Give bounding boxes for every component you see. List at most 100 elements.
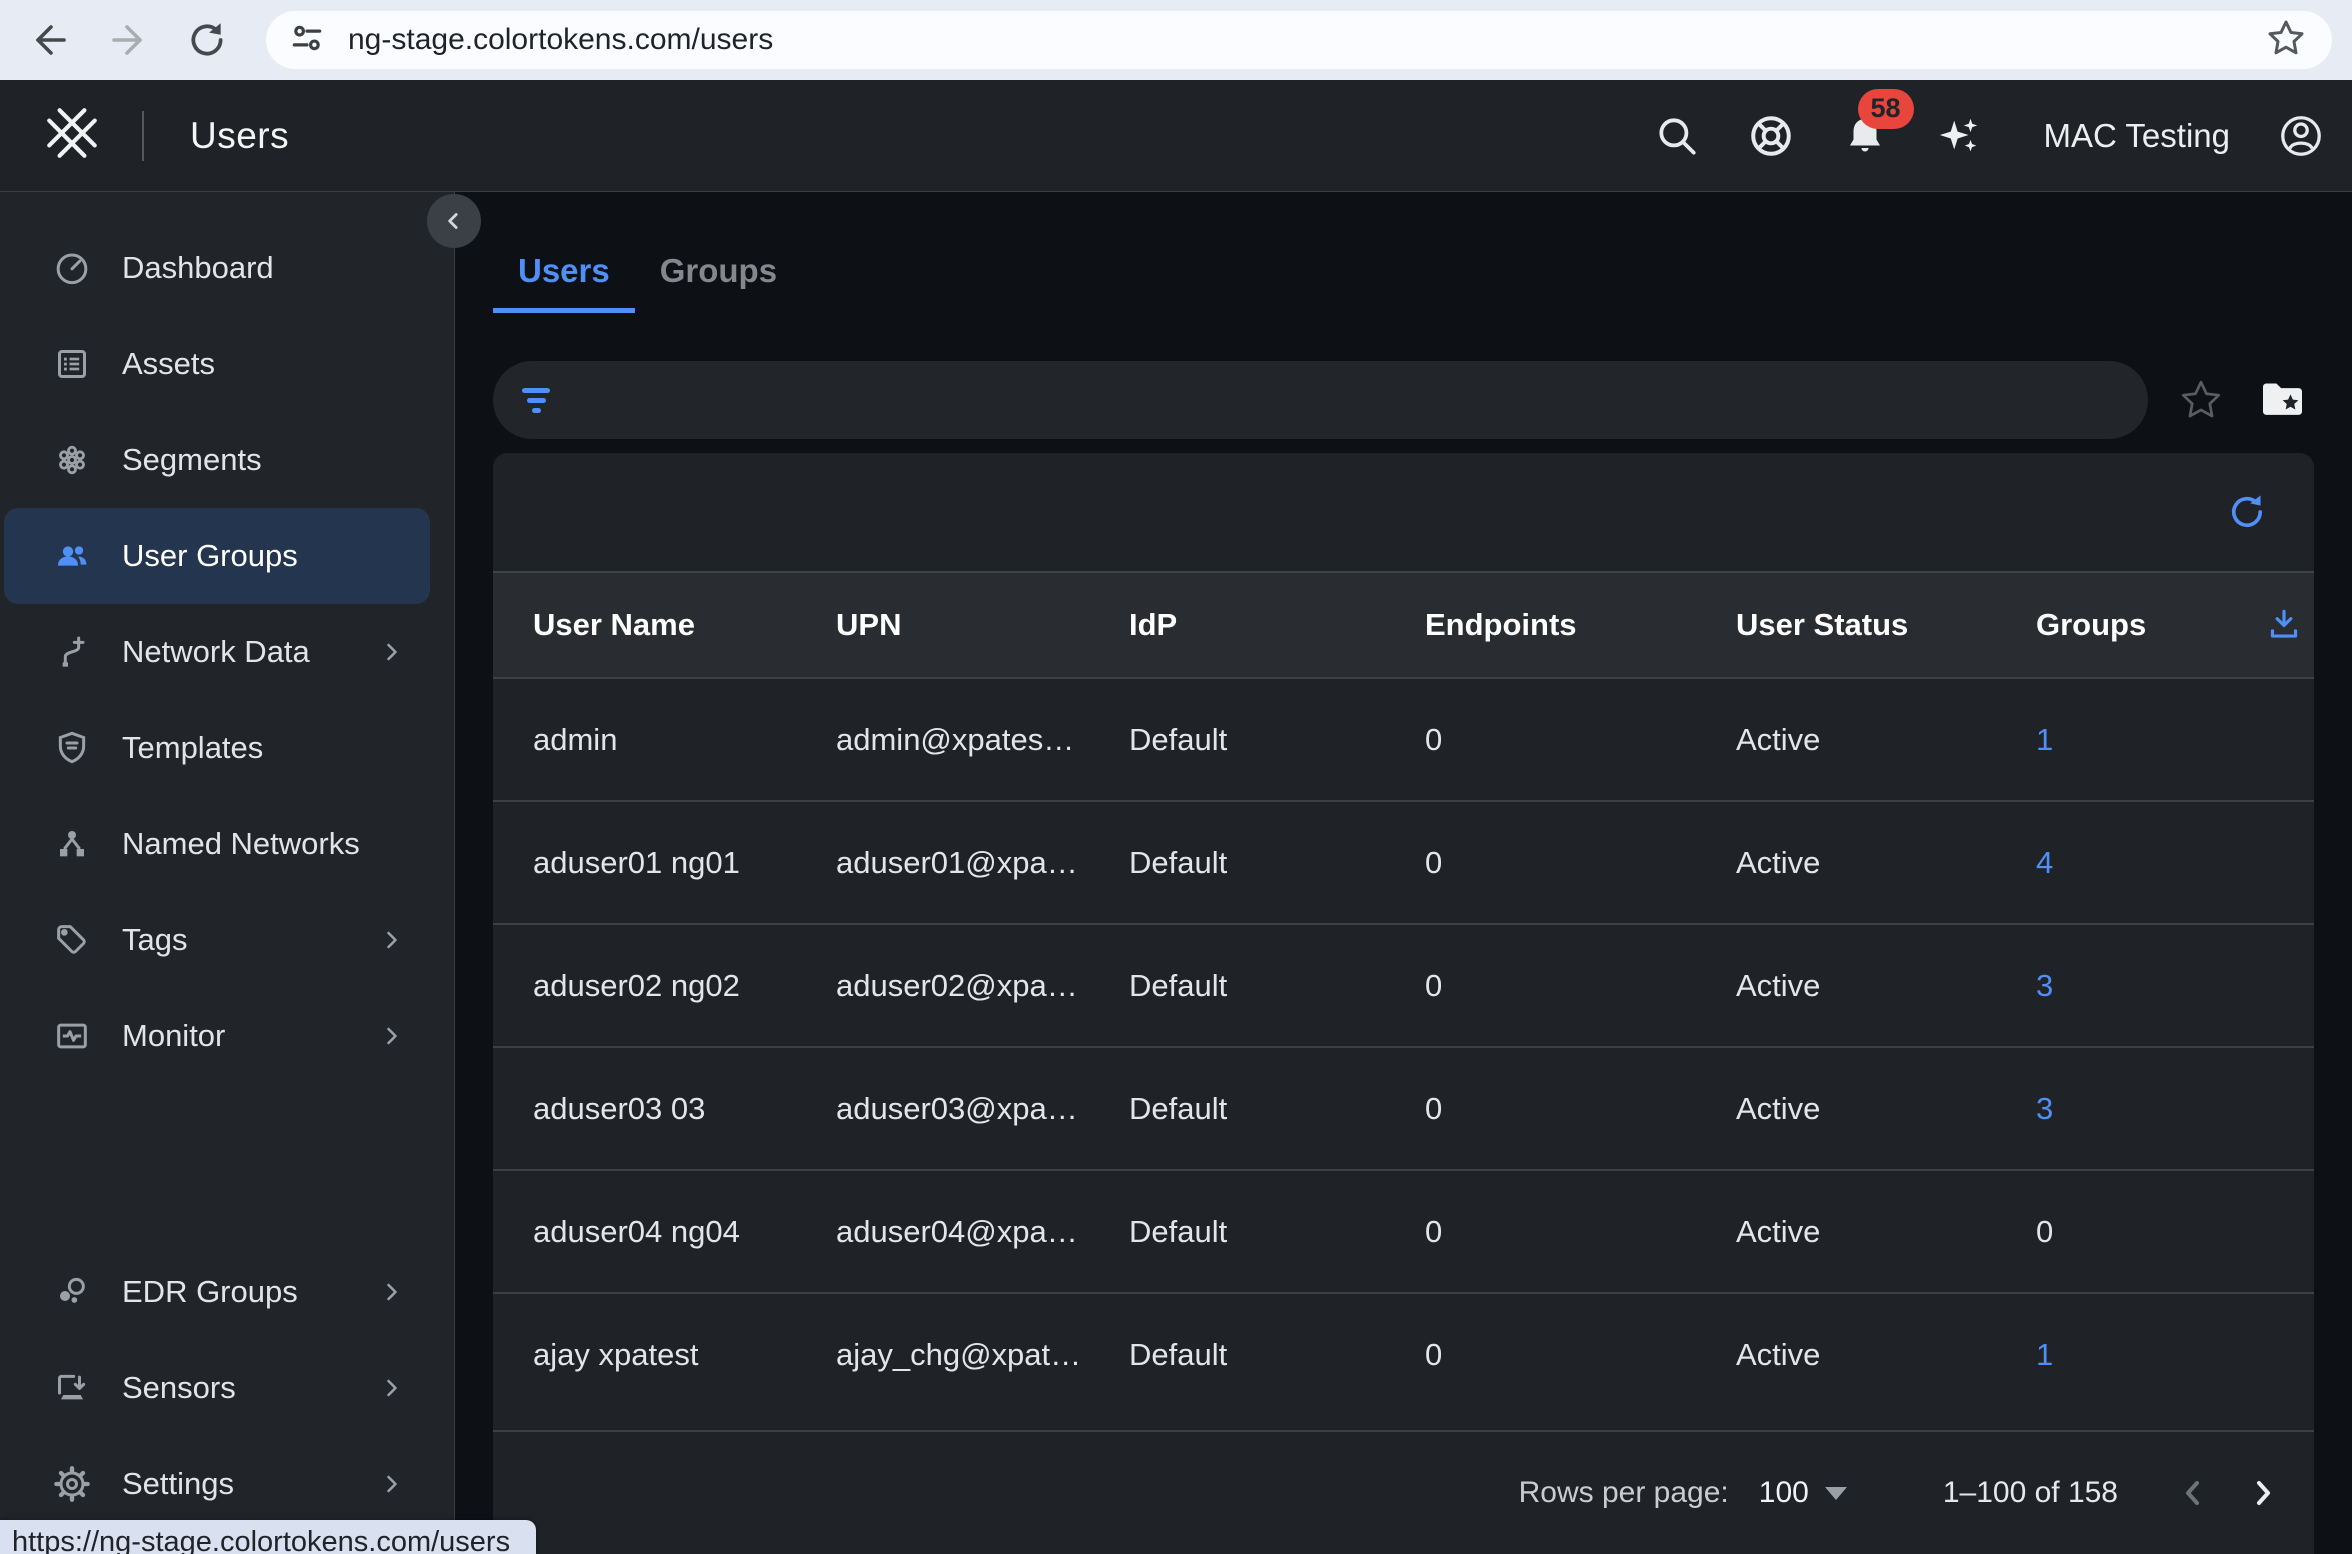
chevron-right-icon xyxy=(378,926,406,954)
sidebar-item-templates[interactable]: Templates xyxy=(4,700,430,796)
tab-groups[interactable]: Groups xyxy=(635,252,802,313)
sidebar-item-settings[interactable]: Settings xyxy=(4,1436,430,1532)
page-title: Users xyxy=(190,115,289,157)
sidebar-item-monitor[interactable]: Monitor xyxy=(4,988,430,1084)
browser-back-icon[interactable] xyxy=(30,20,70,60)
table-row[interactable]: ajay xpatest ajay_chg@xpat… Default 0 Ac… xyxy=(493,1292,2314,1415)
sidebar-item-segments[interactable]: Segments xyxy=(4,412,430,508)
table-row[interactable]: aduser04 ng04 aduser04@xpa… Default 0 Ac… xyxy=(493,1169,2314,1292)
sidebar-item-sensors[interactable]: Sensors xyxy=(4,1340,430,1436)
url-text: ng-stage.colortokens.com/users xyxy=(348,23,2242,57)
colortokens-logo-icon[interactable] xyxy=(42,103,102,168)
app-body: Dashboard Assets Segments User Groups xyxy=(0,192,2352,1554)
sidebar-collapse-button[interactable] xyxy=(427,194,481,248)
col-upn[interactable]: UPN xyxy=(836,607,1129,643)
sidebar-spacer xyxy=(0,1084,454,1244)
ai-sparkles-icon[interactable] xyxy=(1936,113,1982,159)
cell-upn: aduser02@xpa… xyxy=(836,968,1129,1004)
table-row[interactable]: aduser03 03 aduser03@xpa… Default 0 Acti… xyxy=(493,1046,2314,1169)
help-lifebuoy-icon[interactable] xyxy=(1748,113,1794,159)
templates-icon xyxy=(52,728,92,768)
cell-groups-link[interactable]: 3 xyxy=(2036,1091,2263,1127)
cell-user-name: aduser03 03 xyxy=(533,1091,836,1127)
cell-user-name: aduser01 ng01 xyxy=(533,845,836,881)
filter-row xyxy=(493,361,2314,439)
sidebar-item-named-networks[interactable]: Named Networks xyxy=(4,796,430,892)
cell-user-name: ajay xpatest xyxy=(533,1337,836,1373)
main-content: Users Groups xyxy=(455,192,2352,1554)
cell-user-status: Active xyxy=(1736,1091,2036,1127)
url-bar[interactable]: ng-stage.colortokens.com/users xyxy=(266,11,2332,69)
cell-endpoints: 0 xyxy=(1425,845,1736,881)
download-icon[interactable] xyxy=(2263,604,2305,646)
table-toolbar xyxy=(493,453,2314,571)
cell-groups: 0 xyxy=(2036,1214,2263,1250)
saved-filters-folder-icon[interactable] xyxy=(2258,375,2308,425)
cell-user-status: Active xyxy=(1736,968,2036,1004)
sidebar-item-dashboard[interactable]: Dashboard xyxy=(4,220,430,316)
sidebar-item-network-data[interactable]: Network Data xyxy=(4,604,430,700)
cell-idp: Default xyxy=(1129,968,1425,1004)
pagination-range: 1–100 of 158 xyxy=(1943,1476,2118,1510)
notification-badge: 58 xyxy=(1858,89,1914,129)
cell-user-status: Active xyxy=(1736,1337,2036,1373)
cell-groups-link[interactable]: 1 xyxy=(2036,1337,2263,1373)
sidebar-item-user-groups[interactable]: User Groups xyxy=(4,508,430,604)
bookmark-star-icon[interactable] xyxy=(2264,16,2308,65)
cell-user-status: Active xyxy=(1736,722,2036,758)
network-data-icon xyxy=(52,632,92,672)
rows-per-page-dropdown-icon[interactable] xyxy=(1825,1487,1847,1500)
cell-endpoints: 0 xyxy=(1425,1214,1736,1250)
rows-per-page-label: Rows per page: xyxy=(1519,1476,1729,1510)
table-row[interactable]: aduser01 ng01 aduser01@xpa… Default 0 Ac… xyxy=(493,800,2314,923)
cell-groups-link[interactable]: 3 xyxy=(2036,968,2263,1004)
site-settings-icon[interactable] xyxy=(288,19,326,62)
edr-groups-icon xyxy=(52,1272,92,1312)
cell-user-status: Active xyxy=(1736,1214,2036,1250)
cell-upn: admin@xpates… xyxy=(836,722,1129,758)
cell-groups-link[interactable]: 1 xyxy=(2036,722,2263,758)
col-endpoints[interactable]: Endpoints xyxy=(1425,607,1736,643)
cell-user-name: aduser04 ng04 xyxy=(533,1214,836,1250)
notifications-bell-icon[interactable]: 58 xyxy=(1842,113,1888,159)
table-row[interactable]: aduser02 ng02 aduser02@xpa… Default 0 Ac… xyxy=(493,923,2314,1046)
app-navbar: Users 58 MAC Testing xyxy=(0,80,2352,192)
browser-forward-icon[interactable] xyxy=(108,20,148,60)
cell-groups-link[interactable]: 4 xyxy=(2036,845,2263,881)
screen: ng-stage.colortokens.com/users Users 58 xyxy=(0,0,2352,1554)
next-page-icon[interactable] xyxy=(2240,1470,2286,1516)
table-row[interactable]: admin admin@xpates… Default 0 Active 1 xyxy=(493,677,2314,800)
col-groups[interactable]: Groups xyxy=(2036,607,2263,643)
col-idp[interactable]: IdP xyxy=(1129,607,1425,643)
sidebar-item-tags[interactable]: Tags xyxy=(4,892,430,988)
status-url-tooltip: https://ng-stage.colortokens.com/users xyxy=(0,1520,536,1554)
browser-reload-icon[interactable] xyxy=(186,19,228,61)
filter-input[interactable] xyxy=(493,361,2148,439)
col-user-status[interactable]: User Status xyxy=(1736,607,2036,643)
account-name[interactable]: MAC Testing xyxy=(2044,117,2230,155)
search-icon[interactable] xyxy=(1654,113,1700,159)
dashboard-icon xyxy=(52,248,92,288)
sidebar-item-edr-groups[interactable]: EDR Groups xyxy=(4,1244,430,1340)
cell-upn: aduser04@xpa… xyxy=(836,1214,1129,1250)
cell-endpoints: 0 xyxy=(1425,1091,1736,1127)
cell-endpoints: 0 xyxy=(1425,1337,1736,1373)
tab-users[interactable]: Users xyxy=(493,252,635,313)
browser-toolbar: ng-stage.colortokens.com/users xyxy=(0,0,2352,80)
cell-endpoints: 0 xyxy=(1425,722,1736,758)
sidebar-item-assets[interactable]: Assets xyxy=(4,316,430,412)
account-avatar-icon[interactable] xyxy=(2278,113,2324,159)
cell-idp: Default xyxy=(1129,1214,1425,1250)
col-user-name[interactable]: User Name xyxy=(533,607,836,643)
cell-endpoints: 0 xyxy=(1425,968,1736,1004)
refresh-icon[interactable] xyxy=(2224,489,2270,535)
cell-upn: aduser03@xpa… xyxy=(836,1091,1129,1127)
cell-user-name: admin xyxy=(533,722,836,758)
chevron-right-icon xyxy=(378,1470,406,1498)
prev-page-icon[interactable] xyxy=(2170,1470,2216,1516)
favorite-star-icon[interactable] xyxy=(2178,377,2224,423)
rows-per-page-value[interactable]: 100 xyxy=(1759,1476,1809,1510)
named-networks-icon xyxy=(52,824,92,864)
pagination-bar: Rows per page: 100 1–100 of 158 xyxy=(493,1430,2314,1554)
cell-idp: Default xyxy=(1129,722,1425,758)
